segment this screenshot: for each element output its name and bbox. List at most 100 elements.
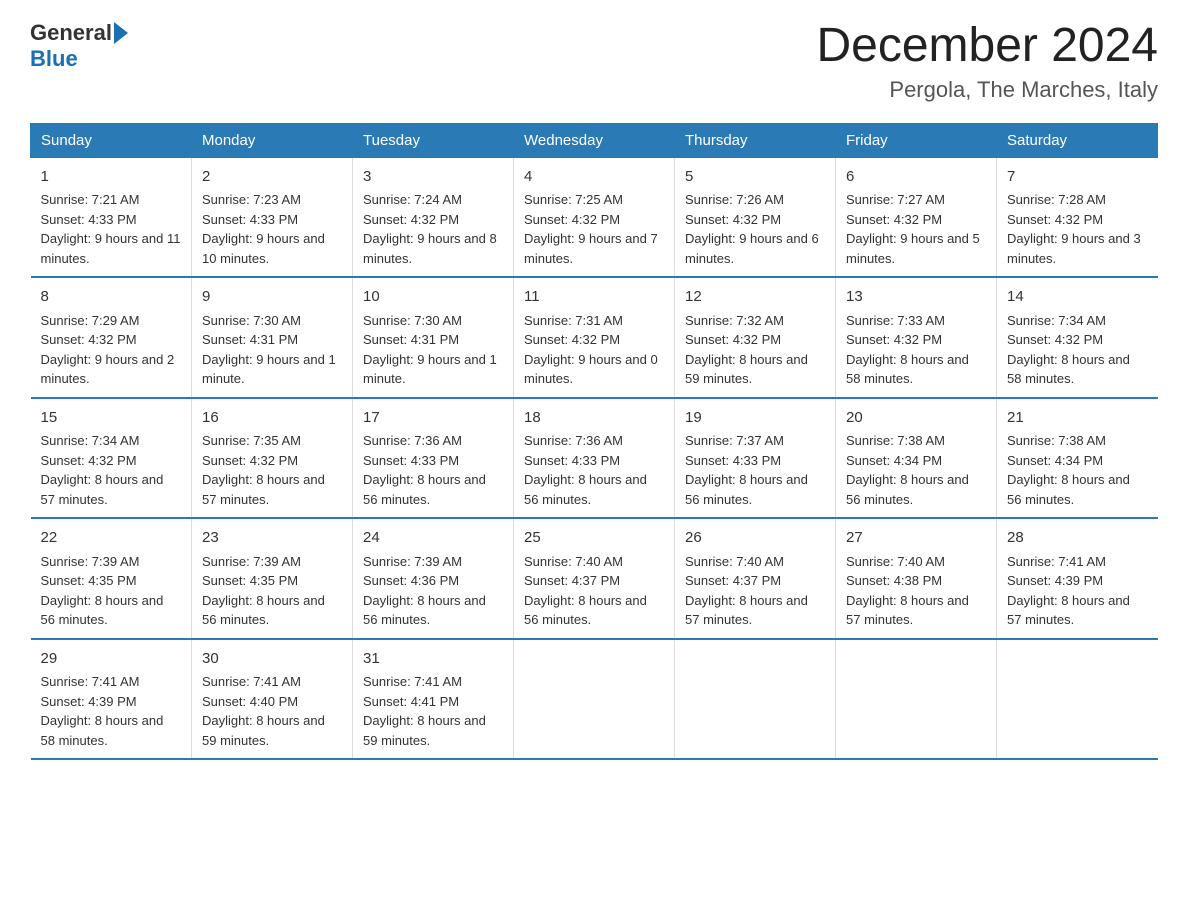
logo-general-text: General xyxy=(30,20,112,46)
day-number: 18 xyxy=(524,407,664,430)
logo-arrow-icon xyxy=(114,22,128,44)
calendar-week-row: 1 Sunrise: 7:21 AMSunset: 4:33 PMDaylight… xyxy=(31,157,1158,277)
day-number: 26 xyxy=(685,527,825,550)
calendar-cell: 16Sunrise: 7:35 AMSunset: 4:32 PMDayligh… xyxy=(192,398,353,519)
title-block: December 2024 Pergola, The Marches, Ital… xyxy=(816,20,1158,103)
calendar-cell xyxy=(997,639,1158,760)
day-info: Sunrise: 7:30 AMSunset: 4:31 PMDaylight:… xyxy=(202,313,336,387)
day-info: Sunrise: 7:29 AMSunset: 4:32 PMDaylight:… xyxy=(41,313,175,387)
header-thursday: Thursday xyxy=(675,123,836,157)
calendar-cell: 31 Sunrise: 7:41 AMSunset: 4:41 PMDayligh… xyxy=(353,639,514,760)
day-info: Sunrise: 7:36 AMSunset: 4:33 PMDaylight:… xyxy=(524,433,647,507)
calendar-cell: 1 Sunrise: 7:21 AMSunset: 4:33 PMDaylight… xyxy=(31,157,192,277)
day-number: 25 xyxy=(524,527,664,550)
day-number: 8 xyxy=(41,286,182,309)
day-info: Sunrise: 7:38 AMSunset: 4:34 PMDaylight:… xyxy=(846,433,969,507)
calendar-week-row: 15Sunrise: 7:34 AMSunset: 4:32 PMDayligh… xyxy=(31,398,1158,519)
day-number: 20 xyxy=(846,407,986,430)
calendar-cell: 26Sunrise: 7:40 AMSunset: 4:37 PMDayligh… xyxy=(675,518,836,639)
day-number: 17 xyxy=(363,407,503,430)
day-number: 31 xyxy=(363,648,503,671)
calendar-cell: 3 Sunrise: 7:24 AMSunset: 4:32 PMDaylight… xyxy=(353,157,514,277)
header-saturday: Saturday xyxy=(997,123,1158,157)
day-info: Sunrise: 7:32 AMSunset: 4:32 PMDaylight:… xyxy=(685,313,808,387)
calendar-cell: 23Sunrise: 7:39 AMSunset: 4:35 PMDayligh… xyxy=(192,518,353,639)
calendar-cell: 22 Sunrise: 7:39 AMSunset: 4:35 PMDayligh… xyxy=(31,518,192,639)
day-info: Sunrise: 7:21 AMSunset: 4:33 PMDaylight:… xyxy=(41,192,181,266)
day-info: Sunrise: 7:38 AMSunset: 4:34 PMDaylight:… xyxy=(1007,433,1130,507)
day-info: Sunrise: 7:31 AMSunset: 4:32 PMDaylight:… xyxy=(524,313,658,387)
calendar-cell: 6 Sunrise: 7:27 AMSunset: 4:32 PMDaylight… xyxy=(836,157,997,277)
calendar-cell: 5 Sunrise: 7:26 AMSunset: 4:32 PMDaylight… xyxy=(675,157,836,277)
calendar-table: SundayMondayTuesdayWednesdayThursdayFrid… xyxy=(30,123,1158,761)
page-title: December 2024 xyxy=(816,20,1158,73)
calendar-cell: 27 Sunrise: 7:40 AMSunset: 4:38 PMDayligh… xyxy=(836,518,997,639)
day-info: Sunrise: 7:34 AMSunset: 4:32 PMDaylight:… xyxy=(1007,313,1130,387)
day-number: 2 xyxy=(202,166,342,189)
calendar-cell: 24Sunrise: 7:39 AMSunset: 4:36 PMDayligh… xyxy=(353,518,514,639)
day-info: Sunrise: 7:41 AMSunset: 4:39 PMDaylight:… xyxy=(41,674,164,748)
calendar-cell: 8 Sunrise: 7:29 AMSunset: 4:32 PMDaylight… xyxy=(31,277,192,398)
day-info: Sunrise: 7:41 AMSunset: 4:40 PMDaylight:… xyxy=(202,674,325,748)
calendar-cell: 11 Sunrise: 7:31 AMSunset: 4:32 PMDayligh… xyxy=(514,277,675,398)
day-number: 16 xyxy=(202,407,342,430)
calendar-cell: 18 Sunrise: 7:36 AMSunset: 4:33 PMDayligh… xyxy=(514,398,675,519)
header-monday: Monday xyxy=(192,123,353,157)
calendar-cell: 19 Sunrise: 7:37 AMSunset: 4:33 PMDayligh… xyxy=(675,398,836,519)
calendar-cell xyxy=(836,639,997,760)
day-number: 1 xyxy=(41,166,182,189)
day-info: Sunrise: 7:39 AMSunset: 4:35 PMDaylight:… xyxy=(41,554,164,628)
calendar-cell xyxy=(675,639,836,760)
day-info: Sunrise: 7:39 AMSunset: 4:35 PMDaylight:… xyxy=(202,554,325,628)
calendar-cell: 12Sunrise: 7:32 AMSunset: 4:32 PMDayligh… xyxy=(675,277,836,398)
calendar-cell: 10 Sunrise: 7:30 AMSunset: 4:31 PMDayligh… xyxy=(353,277,514,398)
day-number: 3 xyxy=(363,166,503,189)
day-number: 28 xyxy=(1007,527,1148,550)
day-info: Sunrise: 7:33 AMSunset: 4:32 PMDaylight:… xyxy=(846,313,969,387)
day-info: Sunrise: 7:41 AMSunset: 4:39 PMDaylight:… xyxy=(1007,554,1130,628)
calendar-cell: 9Sunrise: 7:30 AMSunset: 4:31 PMDaylight… xyxy=(192,277,353,398)
calendar-cell: 20 Sunrise: 7:38 AMSunset: 4:34 PMDayligh… xyxy=(836,398,997,519)
day-info: Sunrise: 7:25 AMSunset: 4:32 PMDaylight:… xyxy=(524,192,658,266)
day-info: Sunrise: 7:28 AMSunset: 4:32 PMDaylight:… xyxy=(1007,192,1141,266)
day-number: 15 xyxy=(41,407,182,430)
day-number: 22 xyxy=(41,527,182,550)
day-number: 21 xyxy=(1007,407,1148,430)
day-info: Sunrise: 7:24 AMSunset: 4:32 PMDaylight:… xyxy=(363,192,497,266)
day-info: Sunrise: 7:27 AMSunset: 4:32 PMDaylight:… xyxy=(846,192,980,266)
calendar-cell: 14 Sunrise: 7:34 AMSunset: 4:32 PMDayligh… xyxy=(997,277,1158,398)
day-number: 6 xyxy=(846,166,986,189)
day-info: Sunrise: 7:41 AMSunset: 4:41 PMDaylight:… xyxy=(363,674,486,748)
header-friday: Friday xyxy=(836,123,997,157)
day-number: 7 xyxy=(1007,166,1148,189)
day-number: 24 xyxy=(363,527,503,550)
day-info: Sunrise: 7:30 AMSunset: 4:31 PMDaylight:… xyxy=(363,313,497,387)
calendar-cell: 30Sunrise: 7:41 AMSunset: 4:40 PMDayligh… xyxy=(192,639,353,760)
day-number: 11 xyxy=(524,286,664,309)
header-tuesday: Tuesday xyxy=(353,123,514,157)
day-number: 13 xyxy=(846,286,986,309)
day-number: 10 xyxy=(363,286,503,309)
day-number: 5 xyxy=(685,166,825,189)
day-number: 27 xyxy=(846,527,986,550)
calendar-cell: 7 Sunrise: 7:28 AMSunset: 4:32 PMDaylight… xyxy=(997,157,1158,277)
calendar-week-row: 22 Sunrise: 7:39 AMSunset: 4:35 PMDayligh… xyxy=(31,518,1158,639)
day-info: Sunrise: 7:26 AMSunset: 4:32 PMDaylight:… xyxy=(685,192,819,266)
day-number: 14 xyxy=(1007,286,1148,309)
calendar-cell: 15Sunrise: 7:34 AMSunset: 4:32 PMDayligh… xyxy=(31,398,192,519)
calendar-cell xyxy=(514,639,675,760)
header-sunday: Sunday xyxy=(31,123,192,157)
logo-blue-text: Blue xyxy=(30,46,78,72)
day-info: Sunrise: 7:40 AMSunset: 4:37 PMDaylight:… xyxy=(524,554,647,628)
day-number: 4 xyxy=(524,166,664,189)
calendar-cell: 13 Sunrise: 7:33 AMSunset: 4:32 PMDayligh… xyxy=(836,277,997,398)
day-number: 19 xyxy=(685,407,825,430)
calendar-cell: 29Sunrise: 7:41 AMSunset: 4:39 PMDayligh… xyxy=(31,639,192,760)
day-info: Sunrise: 7:37 AMSunset: 4:33 PMDaylight:… xyxy=(685,433,808,507)
calendar-cell: 28 Sunrise: 7:41 AMSunset: 4:39 PMDayligh… xyxy=(997,518,1158,639)
calendar-cell: 17Sunrise: 7:36 AMSunset: 4:33 PMDayligh… xyxy=(353,398,514,519)
calendar-cell: 21 Sunrise: 7:38 AMSunset: 4:34 PMDayligh… xyxy=(997,398,1158,519)
logo: General Blue xyxy=(30,20,130,72)
day-info: Sunrise: 7:23 AMSunset: 4:33 PMDaylight:… xyxy=(202,192,325,266)
day-info: Sunrise: 7:40 AMSunset: 4:38 PMDaylight:… xyxy=(846,554,969,628)
